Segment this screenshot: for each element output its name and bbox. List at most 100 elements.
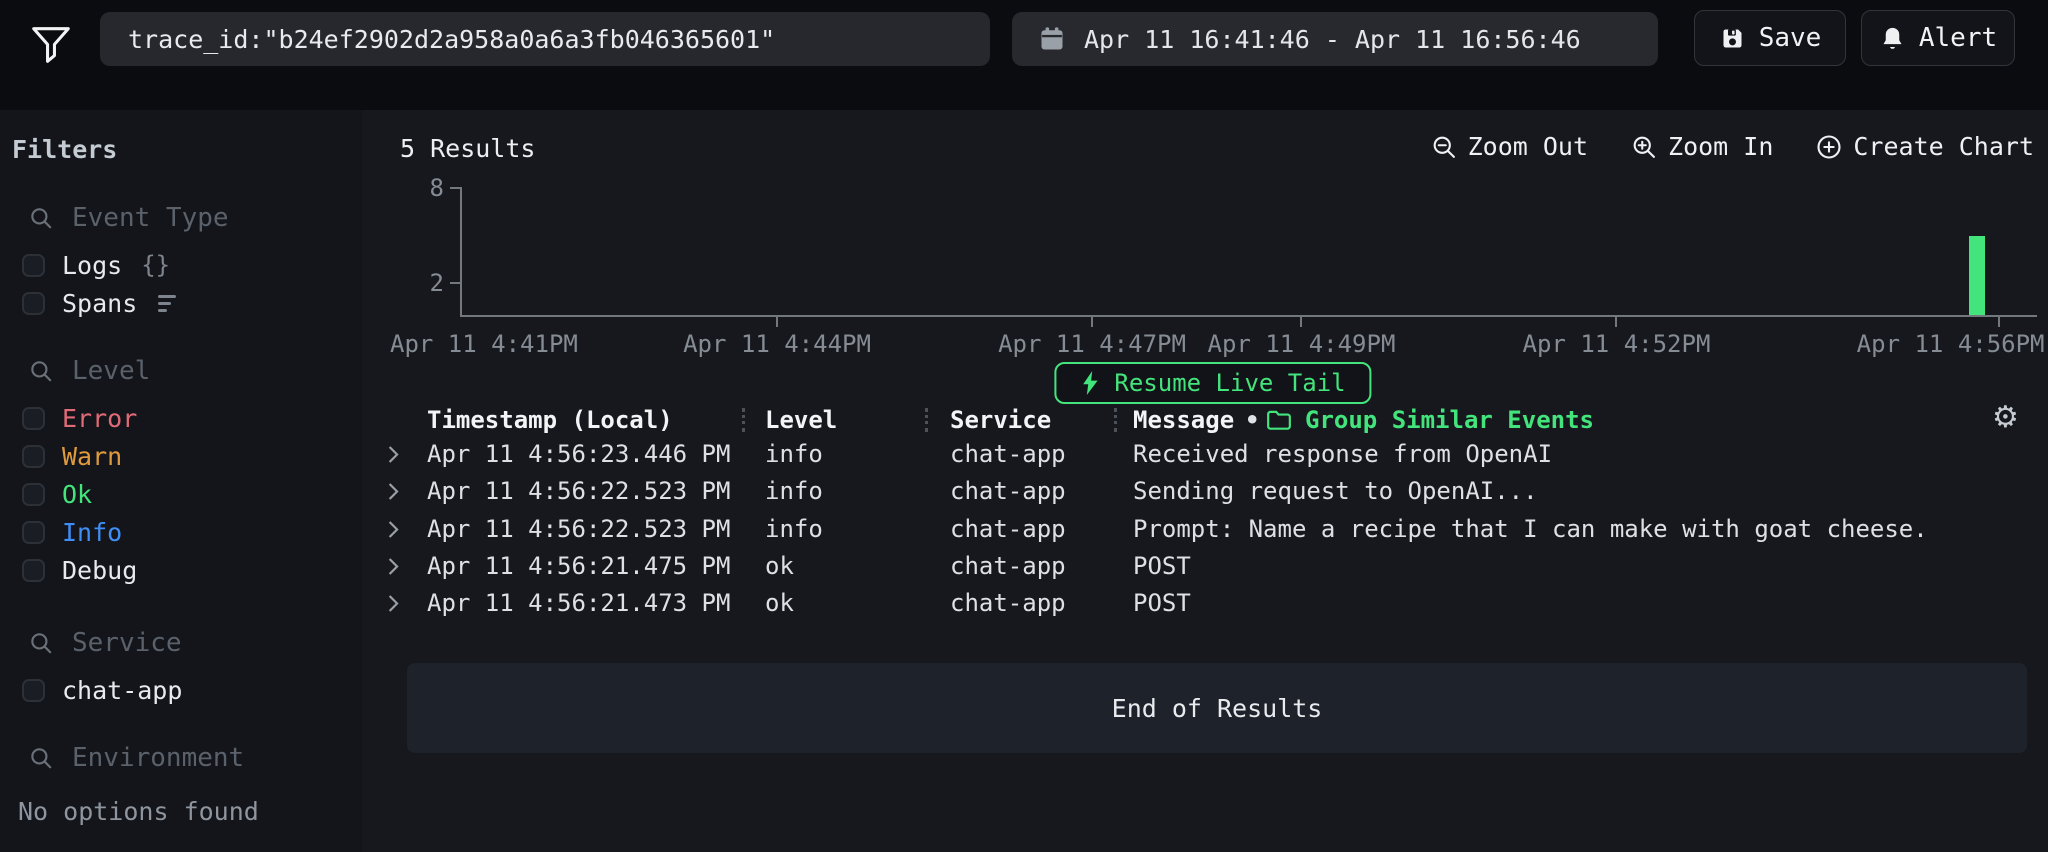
filter-option-label: Ok xyxy=(62,482,92,507)
braces-icon: {} xyxy=(141,251,170,279)
filter-option-error[interactable]: Error xyxy=(22,402,137,434)
filter-option-label: Logs xyxy=(62,253,122,278)
chevron-right-icon[interactable] xyxy=(386,594,400,613)
x-axis-label: Apr 11 4:49PM xyxy=(1208,330,1396,358)
end-of-results-panel: End of Results xyxy=(407,663,2027,753)
zoom-in-button[interactable]: Zoom In xyxy=(1630,132,1773,161)
zoom-out-label: Zoom Out xyxy=(1468,132,1588,161)
filter-option-logs[interactable]: Logs {} xyxy=(22,249,170,281)
checkbox[interactable] xyxy=(22,407,45,430)
no-options-text: No options found xyxy=(18,797,259,826)
filter-option-label: chat-app xyxy=(62,678,182,703)
timestamp-cell: Apr 11 4:56:21.473 PM xyxy=(427,585,730,622)
gear-icon[interactable]: ⚙ xyxy=(1992,402,2019,434)
service-cell: chat-app xyxy=(950,473,1066,510)
create-chart-button[interactable]: Create Chart xyxy=(1815,132,2034,161)
checkbox[interactable] xyxy=(22,559,45,582)
service-cell: chat-app xyxy=(950,511,1066,548)
log-row[interactable]: Apr 11 4:56:22.523 PMinfochat-appSending… xyxy=(362,473,2048,510)
alert-button[interactable]: Alert xyxy=(1861,10,2015,66)
group-folder-icon xyxy=(1266,408,1292,432)
column-separator xyxy=(925,408,928,432)
filter-option-ok[interactable]: Ok xyxy=(22,478,92,510)
y-axis-label: 2 xyxy=(404,270,444,296)
x-axis-tick xyxy=(1091,315,1093,327)
filter-search-event-type xyxy=(28,202,324,234)
chevron-right-icon[interactable] xyxy=(386,520,400,539)
top-bar: Apr 11 16:41:46 - Apr 11 16:56:46 Save A… xyxy=(0,0,2048,110)
timestamp-cell: Apr 11 4:56:21.475 PM xyxy=(427,548,730,585)
filter-search-input-level[interactable] xyxy=(70,355,324,387)
y-axis-label: 8 xyxy=(404,175,444,201)
chevron-right-icon[interactable] xyxy=(386,445,400,464)
save-button[interactable]: Save xyxy=(1694,10,1846,66)
filter-option-label: Info xyxy=(62,520,122,545)
service-cell: chat-app xyxy=(950,548,1066,585)
filter-option-label: Warn xyxy=(62,444,122,469)
checkbox[interactable] xyxy=(22,445,45,468)
x-axis-tick xyxy=(1615,315,1617,327)
filter-search-environment xyxy=(28,742,324,774)
checkbox[interactable] xyxy=(22,254,45,277)
alert-label: Alert xyxy=(1919,23,1997,53)
message-cell: POST xyxy=(1133,585,1191,622)
checkbox[interactable] xyxy=(22,521,45,544)
checkbox[interactable] xyxy=(22,483,45,506)
search-icon xyxy=(28,630,54,656)
level-cell: info xyxy=(765,473,823,510)
filter-option-label: Spans xyxy=(62,291,137,316)
search-icon xyxy=(28,745,54,771)
col-header-level: Level xyxy=(765,404,837,436)
chevron-right-icon[interactable] xyxy=(386,557,400,576)
log-row[interactable]: Apr 11 4:56:21.473 PMokchat-appPOST xyxy=(362,585,2048,622)
x-axis-label: Apr 11 4:41PM xyxy=(390,330,578,358)
histogram: 28Apr 11 4:41PMApr 11 4:44PMApr 11 4:47P… xyxy=(460,188,2037,317)
service-cell: chat-app xyxy=(950,436,1066,473)
filter-search-input-service[interactable] xyxy=(70,627,324,659)
log-row[interactable]: Apr 11 4:56:22.523 PMinfochat-appPrompt:… xyxy=(362,511,2048,548)
search-icon xyxy=(28,205,54,231)
filter-option-spans[interactable]: Spans xyxy=(22,287,176,319)
col-header-timestamp: Timestamp (Local) xyxy=(427,404,673,436)
column-separator xyxy=(742,408,745,432)
save-icon xyxy=(1719,25,1746,52)
lines-icon xyxy=(158,295,176,312)
calendar-icon xyxy=(1038,25,1066,53)
checkbox[interactable] xyxy=(22,679,45,702)
x-axis-label: Apr 11 4:47PM xyxy=(998,330,1186,358)
filter-option-info[interactable]: Info xyxy=(22,516,122,548)
column-separator xyxy=(1114,408,1117,432)
group-similar-events-button[interactable]: Group Similar Events xyxy=(1266,404,1594,436)
col-header-service: Service xyxy=(950,404,1051,436)
filter-search-input-environment[interactable] xyxy=(70,742,324,774)
filter-option-debug[interactable]: Debug xyxy=(22,554,137,586)
zoom-in-icon xyxy=(1630,133,1658,161)
chevron-right-icon[interactable] xyxy=(386,482,400,501)
search-icon xyxy=(28,358,54,384)
filter-search-input-event-type[interactable] xyxy=(70,202,324,234)
log-row[interactable]: Apr 11 4:56:21.475 PMokchat-appPOST xyxy=(362,548,2048,585)
message-cell: Prompt: Name a recipe that I can make wi… xyxy=(1133,511,1928,548)
log-row[interactable]: Apr 11 4:56:23.446 PMinfochat-appReceive… xyxy=(362,436,2048,473)
create-chart-label: Create Chart xyxy=(1853,132,2034,161)
level-cell: ok xyxy=(765,548,794,585)
timestamp-cell: Apr 11 4:56:22.523 PM xyxy=(427,511,730,548)
filter-funnel-icon xyxy=(28,22,74,68)
zoom-out-button[interactable]: Zoom Out xyxy=(1430,132,1588,161)
resume-live-tail-button[interactable]: Resume Live Tail xyxy=(1054,362,1371,404)
date-range-picker[interactable]: Apr 11 16:41:46 - Apr 11 16:56:46 xyxy=(1012,12,1658,66)
filter-option-chat-app[interactable]: chat-app xyxy=(22,674,182,706)
log-explorer-app: Apr 11 16:41:46 - Apr 11 16:56:46 Save A… xyxy=(0,0,2048,852)
filter-option-label: Error xyxy=(62,406,137,431)
circle-plus-icon xyxy=(1815,133,1843,161)
timestamp-cell: Apr 11 4:56:22.523 PM xyxy=(427,473,730,510)
group-similar-events-label: Group Similar Events xyxy=(1305,404,1594,436)
sidebar-title: Filters xyxy=(12,135,117,164)
search-query-input[interactable] xyxy=(100,12,990,66)
results-count: 5 Results xyxy=(400,134,535,163)
filter-option-warn[interactable]: Warn xyxy=(22,440,122,472)
level-cell: info xyxy=(765,436,823,473)
histogram-bar xyxy=(1969,236,1985,315)
checkbox[interactable] xyxy=(22,292,45,315)
message-cell: Received response from OpenAI xyxy=(1133,436,1552,473)
